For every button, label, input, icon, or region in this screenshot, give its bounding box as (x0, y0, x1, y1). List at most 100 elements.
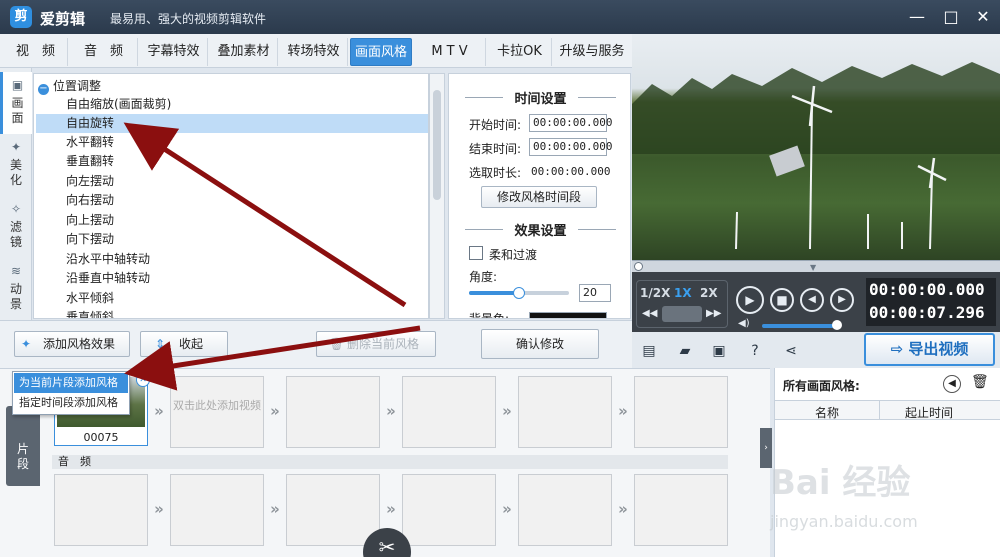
new-project-icon[interactable]: ▤ (640, 342, 658, 360)
side-nav-picture[interactable]: ▣ 画面 (0, 72, 32, 134)
shuttle-wheel[interactable] (662, 306, 702, 322)
video-slot[interactable] (634, 376, 728, 448)
main-tab-bar: 视 频 音 频 字幕特效 叠加素材 转场特效 画面风格 M T V 卡拉OK 升… (0, 34, 632, 68)
menu-item-add-to-time-range[interactable]: 指定时间段添加风格 (14, 393, 128, 413)
duration-label: 选取时长: (469, 166, 522, 180)
picture-icon: ▣ (11, 78, 24, 92)
seek-bar[interactable]: ▼ (632, 260, 1000, 272)
angle-slider-fill (469, 291, 519, 295)
prev-frame-button[interactable]: ◀ (800, 288, 824, 312)
modify-style-time-button[interactable]: 修改风格时间段 (481, 186, 597, 208)
end-time-input[interactable]: 00:00:00.000 (529, 138, 612, 156)
back-icon[interactable]: ◀ (943, 375, 961, 393)
volume-icon[interactable]: ◀) (738, 318, 750, 329)
next-frame-button[interactable]: ▶ (830, 288, 854, 312)
soft-transition-checkbox[interactable] (469, 246, 483, 260)
close-button[interactable]: ✕ (972, 6, 994, 28)
minimize-button[interactable]: — (906, 6, 928, 28)
audio-slot[interactable] (402, 474, 496, 546)
stop-button[interactable]: ■ (770, 288, 794, 312)
clip-remove-icon[interactable]: ✕ (136, 373, 150, 387)
style-item-swing-up[interactable]: 向上摆动 (36, 211, 428, 230)
export-video-button[interactable]: ⇨ 导出视频 (864, 333, 995, 366)
tab-karaoke[interactable]: 卡拉OK (488, 38, 552, 66)
fast-forward-icon[interactable]: ▶▶ (706, 308, 721, 319)
play-button[interactable]: ▶ (736, 286, 764, 314)
collapse-minus-icon[interactable]: − (38, 84, 49, 95)
transition-arrow-icon: » (386, 402, 396, 420)
title-bar: 剪 爱剪辑 最易用、强大的视频剪辑软件 — □ ✕ (0, 0, 1000, 34)
transition-arrow-icon: » (502, 402, 512, 420)
trash-icon[interactable]: 🗑 (971, 374, 989, 390)
seek-knob[interactable] (634, 262, 643, 271)
speed-half-button[interactable]: 1/2X (640, 286, 670, 300)
maximize-button[interactable]: □ (940, 6, 962, 28)
audio-slot[interactable] (170, 474, 264, 546)
angle-slider[interactable] (469, 287, 569, 299)
style-item-free-zoom[interactable]: 自由缩放(画面裁剪) (36, 95, 428, 114)
tab-picture-style[interactable]: 画面风格 (350, 38, 412, 66)
scrollbar-thumb[interactable] (433, 90, 441, 200)
tab-mtv[interactable]: M T V (414, 38, 486, 66)
angle-label: 角度: (469, 270, 498, 284)
tab-video[interactable]: 视 频 (4, 38, 68, 66)
start-time-input[interactable]: 00:00:00.000 (529, 114, 612, 132)
style-item-swing-right[interactable]: 向右摆动 (36, 191, 428, 210)
open-folder-icon[interactable]: ▰ (676, 342, 694, 360)
add-style-effect-label: 添加风格效果 (42, 337, 115, 351)
confirm-modify-button[interactable]: 确认修改 (481, 329, 599, 359)
audio-slot[interactable] (54, 474, 148, 546)
trash-icon: 🗑 (329, 337, 345, 351)
share-icon[interactable]: ⋖ (782, 342, 800, 360)
side-nav-filter[interactable]: ✧ 滤镜 (0, 196, 32, 258)
audio-slot[interactable] (518, 474, 612, 546)
rewind-icon[interactable]: ◀◀ (642, 308, 657, 319)
video-slot[interactable] (518, 376, 612, 448)
angle-input[interactable]: 20 (579, 284, 611, 302)
tab-upgrade-service[interactable]: 升级与服务 (554, 38, 630, 66)
style-item-flip-vertical[interactable]: 垂直翻转 (36, 152, 428, 171)
tab-audio[interactable]: 音 频 (70, 38, 138, 66)
style-item-rotate-horizontal-axis[interactable]: 沿水平中轴转动 (36, 250, 428, 269)
volume-slider[interactable] (762, 324, 836, 328)
style-item-swing-left[interactable]: 向左摆动 (36, 172, 428, 191)
video-preview[interactable] (632, 34, 1000, 260)
style-item-swing-down[interactable]: 向下摆动 (36, 230, 428, 249)
clip-track-tab[interactable]: 片段 (6, 406, 40, 486)
style-item-skew-vertical[interactable]: 垂直倾斜 (36, 308, 428, 318)
menu-item-add-to-current-clip[interactable]: 为当前片段添加风格 (14, 373, 128, 393)
speed-2x-button[interactable]: 2X (700, 286, 718, 300)
angle-slider-knob[interactable] (513, 287, 525, 299)
background-color-swatch[interactable] (529, 312, 607, 318)
style-item-free-rotate[interactable]: 自由旋转 (36, 114, 428, 133)
style-list-scrollbar[interactable] (429, 73, 445, 319)
speed-1x-button[interactable]: 1X (674, 286, 692, 300)
side-nav-beautify[interactable]: ✦ 美化 (0, 134, 32, 196)
style-item-flip-horizontal[interactable]: 水平翻转 (36, 133, 428, 152)
transition-arrow-icon: » (386, 500, 396, 518)
style-item-skew-horizontal[interactable]: 水平倾斜 (36, 289, 428, 308)
expand-chevron-icon[interactable]: ▼ (810, 263, 816, 272)
tab-transition-effects[interactable]: 转场特效 (280, 38, 348, 66)
side-nav-motion-scene[interactable]: ≋ 动景 (0, 258, 32, 320)
help-icon[interactable]: ? (746, 342, 764, 360)
audio-slot[interactable] (286, 474, 380, 546)
collapse-button[interactable]: ⇕ 收起 (140, 331, 228, 357)
tab-subtitle-effects[interactable]: 字幕特效 (140, 38, 208, 66)
save-icon[interactable]: ▣ (710, 342, 728, 360)
delete-style-button[interactable]: 🗑 删除当前风格 (316, 331, 436, 357)
tab-overlay-material[interactable]: 叠加素材 (210, 38, 278, 66)
volume-knob[interactable] (832, 320, 842, 330)
add-video-slot[interactable]: 双击此处添加视频 (170, 376, 264, 448)
effect-settings-title: 效果设置 (449, 220, 630, 239)
side-nav: ▣ 画面 ✦ 美化 ✧ 滤镜 ≋ 动景 (0, 68, 32, 320)
video-slot[interactable] (402, 376, 496, 448)
start-time-label: 开始时间: (469, 118, 522, 132)
video-slot[interactable] (286, 376, 380, 448)
audio-slot[interactable] (634, 474, 728, 546)
action-row: ✦ 添加风格效果 ⇕ 收起 🗑 删除当前风格 确认修改 (0, 320, 632, 368)
add-style-effect-button[interactable]: ✦ 添加风格效果 (14, 331, 130, 357)
style-group-header[interactable]: − 位置调整 (38, 78, 101, 95)
soft-transition-label: 柔和过渡 (489, 248, 538, 262)
style-item-rotate-vertical-axis[interactable]: 沿垂直中轴转动 (36, 269, 428, 288)
